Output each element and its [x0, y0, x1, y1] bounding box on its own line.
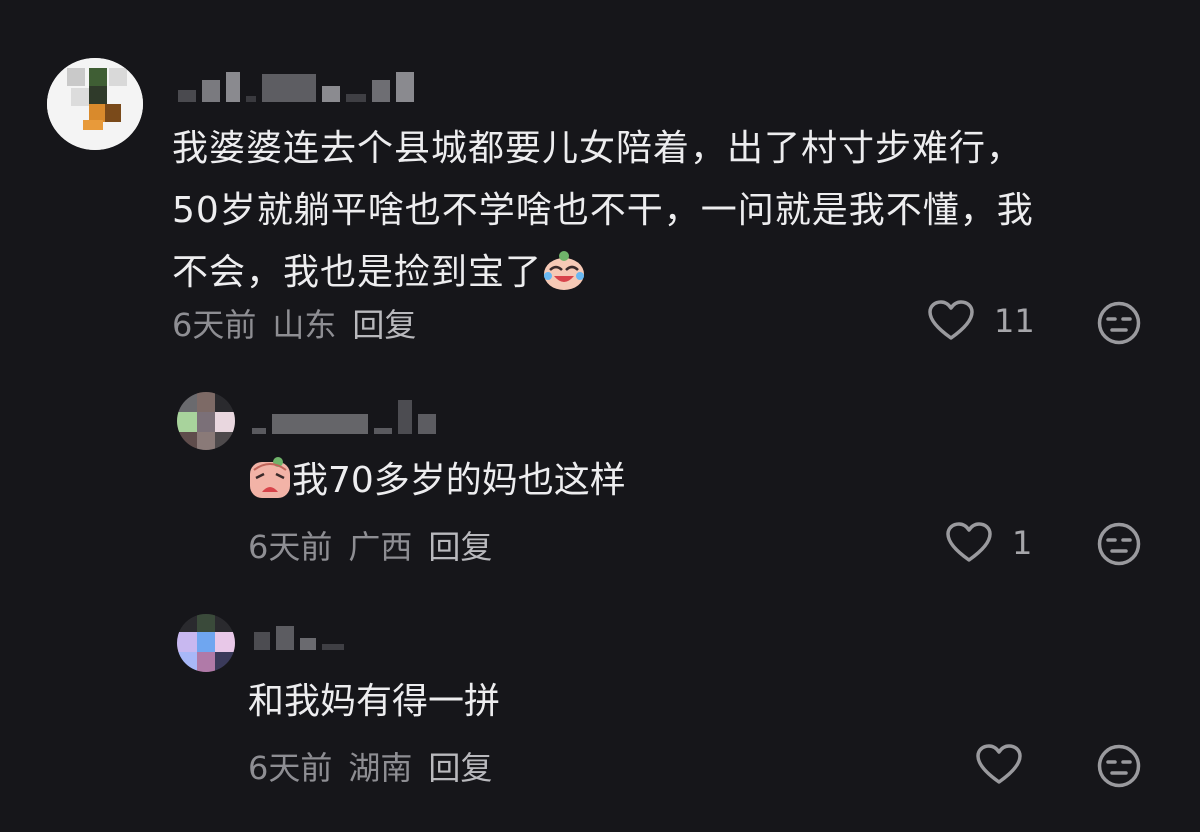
reply-button[interactable]: 回复: [428, 743, 492, 789]
comment-time: 6天前: [172, 306, 257, 344]
comment-thread: 我婆婆连去个县城都要儿女陪着，出了村寸步难行， 50岁就躺平啥也不学啥也不干，一…: [0, 0, 1200, 832]
username-blurred[interactable]: [252, 400, 436, 434]
reply-meta: 6天前 湖南 回复: [248, 743, 492, 789]
like-group: 1: [946, 522, 1032, 564]
meh-face-icon[interactable]: [1097, 301, 1141, 345]
reply-location: 湖南: [348, 749, 413, 787]
reply-time: 6天前: [248, 749, 333, 787]
username-blurred[interactable]: [254, 626, 344, 650]
reply-button[interactable]: 回复: [428, 522, 492, 568]
comment-text: 我婆婆连去个县城都要儿女陪着，出了村寸步难行， 50岁就躺平啥也不学啥也不干，一…: [172, 118, 1172, 304]
reply-text: 我70多岁的妈也这样: [248, 456, 626, 505]
comment-location: 山东: [272, 306, 337, 344]
like-count: 11: [994, 302, 1035, 340]
username-blurred[interactable]: [178, 72, 414, 102]
like-count: 1: [1012, 524, 1033, 562]
avatar[interactable]: [177, 392, 235, 450]
reply-text: 和我妈有得一拼: [248, 678, 500, 726]
comment-meta: 6天前 山东 回复: [172, 300, 416, 346]
reply-location: 广西: [348, 528, 413, 566]
comment-line-3: 不会，我也是捡到宝了: [172, 252, 543, 293]
reply-text-content: 我70多岁的妈也这样: [292, 460, 626, 501]
heart-outline-icon[interactable]: [946, 522, 992, 564]
comment-line-1: 我婆婆连去个县城都要儿女陪着，出了村寸步难行，: [172, 128, 1024, 169]
avatar[interactable]: [177, 614, 235, 672]
reply-time: 6天前: [248, 528, 333, 566]
comment-line-2: 50岁就躺平啥也不学啥也不干，一问就是我不懂，我: [172, 190, 1034, 231]
meh-face-icon[interactable]: [1097, 744, 1141, 788]
meh-face-icon[interactable]: [1097, 522, 1141, 566]
heart-outline-icon[interactable]: [928, 300, 974, 342]
reply-text-content: 和我妈有得一拼: [248, 681, 501, 722]
laughing-crying-emoji-icon: [542, 248, 586, 292]
reply-button[interactable]: 回复: [352, 300, 416, 346]
crying-emoji-icon: [248, 456, 292, 500]
like-group: 11: [928, 300, 1035, 342]
heart-outline-icon[interactable]: [976, 744, 1022, 786]
reply-meta: 6天前 广西 回复: [248, 522, 492, 568]
avatar[interactable]: [47, 58, 143, 150]
